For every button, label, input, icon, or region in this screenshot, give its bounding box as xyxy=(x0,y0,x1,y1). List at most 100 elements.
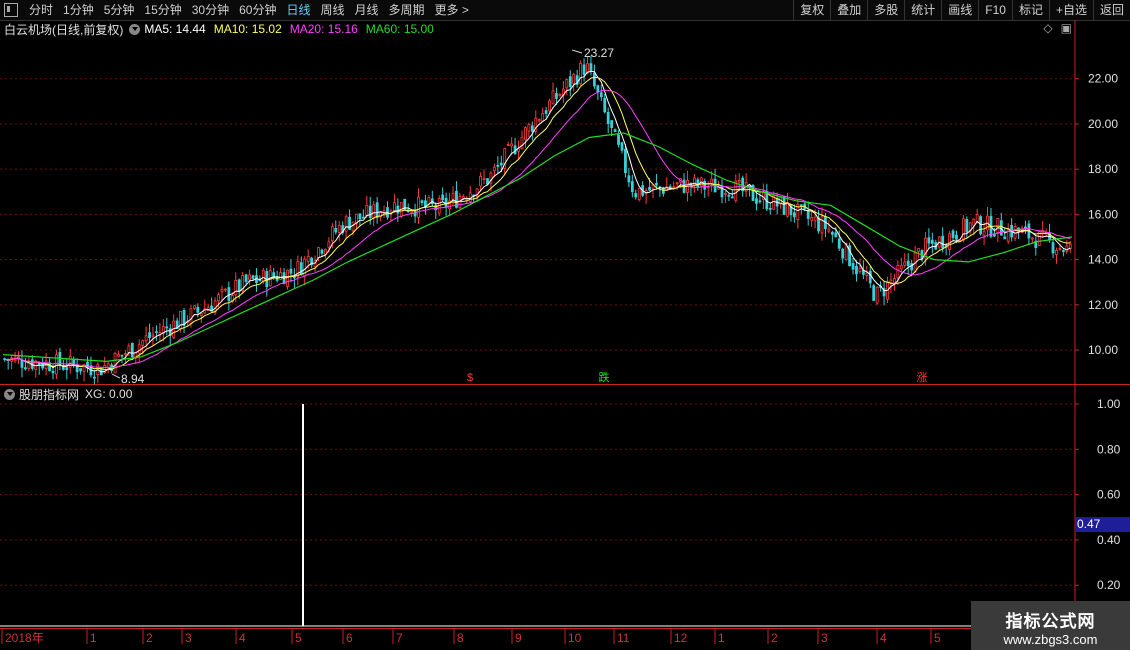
candle-body xyxy=(217,294,220,302)
candle-body xyxy=(224,288,227,291)
candle-body xyxy=(492,166,496,171)
candle-body xyxy=(289,268,293,274)
candle-body xyxy=(648,186,651,191)
sub-tick-label: 0.80 xyxy=(1097,442,1121,456)
candle-body xyxy=(320,249,324,254)
candle-body xyxy=(261,270,265,282)
candle-body xyxy=(572,74,576,85)
time-tick-label: 9 xyxy=(515,631,522,645)
candle-body xyxy=(513,145,517,155)
candle-body xyxy=(730,196,734,199)
candle-body xyxy=(599,92,603,98)
candle-body xyxy=(906,260,910,267)
candle-body xyxy=(1024,226,1027,229)
candle-body xyxy=(334,227,338,233)
candle-body xyxy=(482,178,486,180)
candle-body xyxy=(955,234,958,240)
time-tick-label: 12 xyxy=(674,631,688,645)
candle-body xyxy=(479,176,483,187)
candle-body xyxy=(596,85,600,93)
candle-body xyxy=(551,90,555,105)
candle-body xyxy=(506,143,510,146)
candle-body xyxy=(603,97,607,113)
candle-body xyxy=(830,231,834,235)
candle-body xyxy=(286,269,289,287)
candle-body xyxy=(1068,243,1072,249)
candle-body xyxy=(127,345,131,354)
current-value-label: 0.47 xyxy=(1077,517,1101,531)
candle-body xyxy=(120,354,124,357)
candle-body xyxy=(420,200,424,203)
candles xyxy=(3,55,1072,385)
candle-body xyxy=(372,204,376,219)
low-pointer xyxy=(111,373,121,379)
time-tick-label: 6 xyxy=(346,631,353,645)
candle-body xyxy=(727,194,731,197)
candle-body xyxy=(130,342,134,358)
candle-body xyxy=(758,200,762,203)
candle-body xyxy=(589,63,593,72)
candle-body xyxy=(20,359,24,368)
candle-body xyxy=(451,192,455,200)
sub-tick-label: 0.40 xyxy=(1097,533,1121,547)
watermark-logo: 指标公式网 www.zbgs3.com xyxy=(971,601,1130,650)
candle-body xyxy=(565,79,569,89)
candle-body xyxy=(92,376,96,379)
candle-body xyxy=(582,64,586,75)
price-tick-label: 22.00 xyxy=(1088,72,1118,86)
candle-body xyxy=(951,230,955,238)
candle-body xyxy=(144,335,148,342)
candle-body xyxy=(630,181,634,193)
candle-body xyxy=(148,332,151,339)
candle-body xyxy=(524,127,527,141)
candle-body xyxy=(661,188,665,194)
candle-body xyxy=(1055,249,1058,255)
candle-body xyxy=(327,241,331,248)
ma10-line xyxy=(4,76,1071,371)
candle-body xyxy=(793,212,796,218)
candle-body xyxy=(724,192,727,195)
candle-body xyxy=(558,94,562,96)
time-tick-label: 4 xyxy=(239,631,246,645)
watermark-url: www.zbgs3.com xyxy=(1003,632,1098,647)
candle-body xyxy=(592,72,596,87)
candle-body xyxy=(544,110,548,114)
candle-body xyxy=(358,213,362,219)
candle-body xyxy=(555,93,558,99)
candle-body xyxy=(272,272,276,278)
candle-body xyxy=(634,193,638,198)
candle-body xyxy=(548,100,551,112)
candle-body xyxy=(806,209,810,219)
candle-body xyxy=(251,275,255,279)
sub-dropdown-icon[interactable] xyxy=(4,388,15,400)
candle-body xyxy=(61,366,65,370)
candle-body xyxy=(672,186,676,189)
ma20-line xyxy=(4,89,1071,369)
kline-chart[interactable]: 22.00 20.00 18.00 16.00 14.00 12.00 10.00 1.00 0… xyxy=(0,0,1130,650)
signal-marker-2: 涨 xyxy=(917,371,928,384)
candle-body xyxy=(375,202,379,219)
candle-body xyxy=(813,216,817,221)
candle-body xyxy=(196,306,200,313)
candle-body xyxy=(755,198,758,204)
candle-body xyxy=(961,218,965,241)
candle-body xyxy=(893,278,896,284)
candle-body xyxy=(530,125,534,132)
sub-chart-header: 股朋指标网 XG: 0.00 xyxy=(0,386,132,402)
candle-body xyxy=(151,334,155,337)
candle-body xyxy=(227,287,231,302)
candle-body xyxy=(627,175,631,183)
candle-body xyxy=(220,289,224,293)
candle-body xyxy=(820,216,824,234)
candle-body xyxy=(189,308,193,324)
candle-body xyxy=(834,232,838,238)
candle-body xyxy=(1065,245,1069,252)
candle-body xyxy=(510,143,514,147)
candle-body xyxy=(827,228,831,232)
time-tick-label: 2 xyxy=(771,631,778,645)
candle-body xyxy=(117,354,120,357)
candle-body xyxy=(330,226,334,242)
time-tick-label: 7 xyxy=(396,631,403,645)
candle-body xyxy=(396,205,400,214)
candle-body xyxy=(675,182,679,185)
